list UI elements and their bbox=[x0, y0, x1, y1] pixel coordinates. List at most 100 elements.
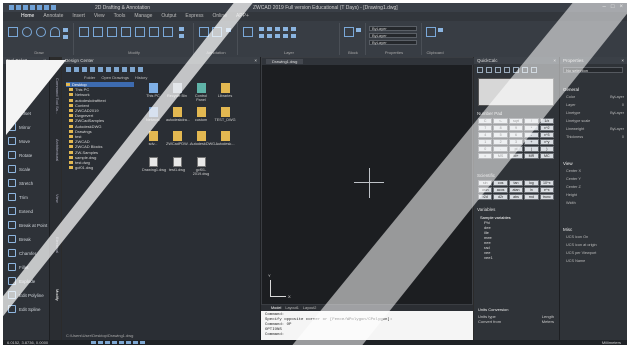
property-row[interactable]: Linetype ByLayer bbox=[566, 111, 624, 115]
tool-item[interactable]: Fillet bbox=[3, 260, 49, 274]
polyline-icon[interactable] bbox=[22, 27, 32, 37]
sci-key[interactable]: trunc bbox=[539, 194, 554, 200]
file-item[interactable]: test1.dwg bbox=[166, 157, 188, 172]
sci-key[interactable]: atan bbox=[508, 187, 524, 193]
forward-icon[interactable] bbox=[82, 67, 87, 72]
property-value[interactable]: ByLayer bbox=[610, 127, 624, 131]
circle-icon[interactable] bbox=[36, 27, 46, 37]
calc-key[interactable]: 7 bbox=[478, 125, 493, 131]
calc-key[interactable]: sqrt bbox=[508, 118, 524, 124]
tool-item[interactable]: Cylinder bbox=[3, 78, 49, 92]
tab-view[interactable]: View bbox=[51, 183, 60, 213]
text-icon[interactable] bbox=[199, 27, 209, 37]
drawing-tab[interactable]: Drawing1.dwg bbox=[266, 59, 304, 64]
hatch-icon[interactable] bbox=[63, 35, 68, 39]
sci-key[interactable]: sin bbox=[478, 180, 493, 186]
drawing-canvas[interactable]: Drawing1.dwg X Y bbox=[261, 57, 474, 305]
layer-prev-icon[interactable] bbox=[259, 34, 264, 38]
property-group-header[interactable]: View bbox=[563, 161, 573, 166]
copy-icon[interactable] bbox=[93, 27, 103, 37]
tab-view[interactable]: View bbox=[94, 12, 105, 21]
command-input[interactable]: Command: bbox=[265, 333, 469, 338]
angle-icon[interactable] bbox=[513, 67, 519, 73]
file-item[interactable]: sdv... bbox=[142, 131, 164, 146]
dynamic-input-icon[interactable] bbox=[140, 341, 145, 344]
sci-key[interactable]: tan bbox=[508, 180, 524, 186]
distance-icon[interactable] bbox=[504, 67, 510, 73]
calc-key[interactable]: x^3 bbox=[539, 132, 554, 138]
layer-delete-icon[interactable] bbox=[283, 34, 288, 38]
rotate-icon[interactable] bbox=[121, 27, 131, 37]
layer-on-icon[interactable] bbox=[259, 27, 264, 31]
sci-key[interactable]: rnd bbox=[524, 194, 539, 200]
redo-icon[interactable] bbox=[51, 5, 56, 10]
property-value[interactable]: ByLayer bbox=[610, 111, 624, 115]
property-row[interactable]: Thickness 0 bbox=[566, 135, 624, 139]
create-block-icon[interactable] bbox=[356, 28, 361, 32]
property-row[interactable]: Color ByLayer bbox=[566, 95, 624, 99]
property-row[interactable]: UCS Name bbox=[566, 259, 624, 263]
stretch-icon[interactable] bbox=[107, 27, 117, 37]
property-row[interactable]: UCS icon at origin bbox=[566, 243, 624, 247]
tab-folder[interactable]: Folder bbox=[84, 75, 95, 80]
property-value[interactable]: ByLayer bbox=[610, 95, 624, 99]
calc-key[interactable]: 6 bbox=[508, 132, 524, 138]
app-menu-icon[interactable] bbox=[9, 5, 14, 10]
sci-key[interactable]: abs bbox=[508, 194, 524, 200]
calc-key[interactable]: - bbox=[524, 132, 539, 138]
file-item[interactable]: Libraries bbox=[214, 83, 236, 98]
property-row[interactable]: UCS icon On bbox=[566, 235, 624, 239]
tool-item[interactable]: Stretch bbox=[3, 176, 49, 190]
save-icon[interactable] bbox=[30, 5, 35, 10]
property-value[interactable]: 0 bbox=[622, 103, 624, 107]
sci-key[interactable]: e^x bbox=[539, 187, 554, 193]
tool-item[interactable]: Scale bbox=[3, 162, 49, 176]
sci-key[interactable]: asin bbox=[478, 187, 493, 193]
views-icon[interactable] bbox=[138, 67, 143, 72]
sci-key[interactable]: ln bbox=[524, 187, 539, 193]
sci-key[interactable]: 10^x bbox=[539, 180, 554, 186]
polar-icon[interactable] bbox=[112, 341, 117, 344]
layer-lock-icon[interactable] bbox=[275, 27, 280, 31]
otrack-icon[interactable] bbox=[126, 341, 131, 344]
layer-merge-icon[interactable] bbox=[275, 34, 280, 38]
workspace-selector[interactable]: 2D Drafting & Annotation bbox=[95, 5, 150, 11]
units-header[interactable]: Units Conversion bbox=[478, 307, 554, 312]
file-item[interactable]: TEST_DWG bbox=[214, 107, 236, 122]
calc-key[interactable]: C bbox=[478, 118, 493, 124]
tab-online[interactable]: Online bbox=[212, 12, 226, 21]
calc-key[interactable]: * bbox=[524, 125, 539, 131]
sci-key[interactable]: d2r bbox=[493, 194, 508, 200]
calc-key[interactable]: 8 bbox=[493, 125, 508, 131]
tool-item[interactable]: Mirror bbox=[3, 120, 49, 134]
variable-item[interactable]: vee1 bbox=[478, 255, 552, 260]
file-item[interactable]: custom bbox=[190, 107, 212, 122]
tool-item[interactable]: Rotate bbox=[3, 148, 49, 162]
layer-iso-icon[interactable] bbox=[283, 27, 288, 31]
property-row[interactable]: Center X bbox=[566, 169, 624, 173]
selection-dropdown[interactable]: No selection bbox=[563, 67, 623, 73]
file-item[interactable]: autodeskdra... bbox=[166, 107, 190, 122]
home-icon[interactable] bbox=[114, 67, 119, 72]
units-value[interactable]: Meters bbox=[542, 319, 554, 324]
lineweight-select[interactable]: ByLayer bbox=[369, 40, 417, 45]
calc-key[interactable]: . bbox=[493, 146, 508, 152]
back-icon[interactable] bbox=[74, 67, 79, 72]
property-row[interactable]: Center Y bbox=[566, 177, 624, 181]
number-pad-header[interactable]: Number Pad bbox=[477, 111, 502, 116]
trim-icon[interactable] bbox=[179, 27, 184, 31]
load-icon[interactable] bbox=[66, 67, 71, 72]
tab-output[interactable]: Output bbox=[161, 12, 176, 21]
clear-icon[interactable] bbox=[477, 67, 483, 73]
tool-item[interactable]: Hatch bbox=[3, 64, 49, 78]
tree-item[interactable]: gcf01.dwg bbox=[66, 165, 134, 170]
close-icon[interactable]: × bbox=[621, 57, 624, 64]
file-item[interactable]: Drawing1.dwg bbox=[142, 157, 166, 172]
ortho-icon[interactable] bbox=[105, 341, 110, 344]
tab-modify[interactable]: Modify bbox=[51, 280, 60, 310]
leader-icon[interactable] bbox=[226, 28, 231, 32]
color-select[interactable]: ByLayer bbox=[369, 26, 417, 31]
up-icon[interactable] bbox=[90, 67, 95, 72]
command-line[interactable]: Command: Specify opposite corner or [Fen… bbox=[261, 311, 473, 340]
open-icon[interactable] bbox=[23, 5, 28, 10]
